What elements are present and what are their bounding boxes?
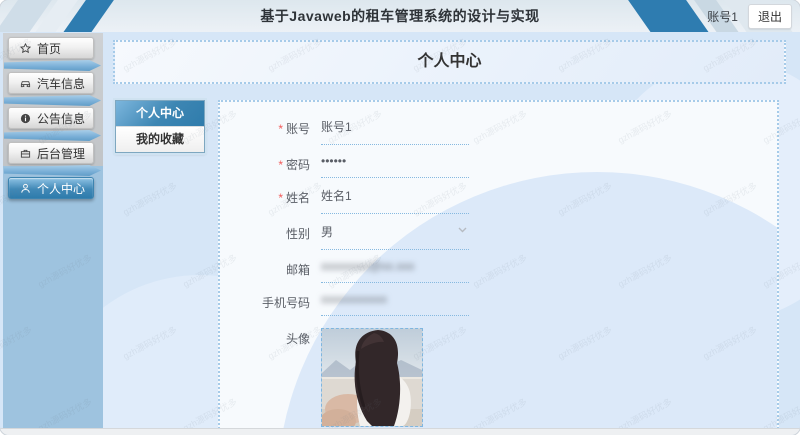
sidebar-separator	[4, 60, 101, 71]
form-row: *性别 男	[238, 223, 777, 250]
window-footer	[0, 428, 800, 435]
phone-field[interactable]: xxxxxxxxxxx	[321, 292, 469, 316]
name-field[interactable]: 姓名1	[321, 187, 469, 214]
page-title: 个人中心	[417, 53, 482, 70]
field-value: 姓名1	[321, 189, 352, 203]
form-row: *手机号码 xxxxxxxxxxx	[238, 292, 777, 316]
form-row: *邮箱 xxxxxxxx@xx.xxx	[238, 259, 777, 283]
sidebar-menu: 首页 汽车信息 公告信息 后台管理 个人中心	[3, 33, 103, 199]
email-field[interactable]: xxxxxxxx@xx.xxx	[321, 259, 469, 283]
sidebar-item-announcements[interactable]: 公告信息	[8, 107, 94, 129]
car-icon	[20, 78, 31, 89]
field-value: 账号1	[321, 120, 352, 134]
page-title-box: 个人中心	[113, 40, 786, 84]
field-label: * 账号	[278, 122, 310, 136]
star-icon	[20, 42, 31, 54]
sidebar-item-admin[interactable]: 后台管理	[8, 142, 94, 164]
app-window: 基于Javaweb的租车管理系统的设计与实现 账号1 退出 首页 汽车信息 公告…	[0, 0, 800, 435]
field-label: *手机号码	[261, 296, 310, 310]
person-icon	[20, 183, 31, 194]
form-row: * 密码 ••••••	[238, 154, 777, 178]
tab-favorites[interactable]: 我的收藏	[116, 126, 204, 152]
field-value: xxxxxxxxxxx	[321, 292, 387, 306]
avatar-label: 头像	[285, 332, 310, 346]
field-label: *邮箱	[285, 263, 310, 277]
user-bar: 账号1 退出	[707, 0, 792, 32]
form-row: * 姓名 姓名1	[238, 187, 777, 214]
profile-tabs: 个人中心 我的收藏	[115, 100, 205, 153]
field-label: * 姓名	[278, 191, 310, 205]
avatar-image[interactable]	[321, 328, 423, 427]
form-row: * 账号 账号1	[238, 118, 777, 145]
field-value: xxxxxxxx@xx.xxx	[321, 259, 415, 273]
watermark-text: gzh源码好优多	[121, 180, 179, 218]
account-field[interactable]: 账号1	[321, 118, 469, 145]
gender-select[interactable]: 男	[321, 223, 469, 250]
sidebar-item-profile[interactable]: 个人中心	[8, 177, 94, 199]
sidebar-separator	[4, 95, 101, 106]
required-asterisk: *	[278, 191, 283, 205]
profile-form-panel: * 账号 账号1 * 密码 •••••• * 姓名 姓名1 性别 男 邮箱 xx…	[218, 100, 779, 429]
avatar-photo-illustration	[322, 329, 422, 426]
password-field[interactable]: ••••••	[321, 154, 469, 178]
sidebar-item-cars[interactable]: 汽车信息	[8, 72, 94, 94]
field-value: 男	[321, 225, 334, 239]
logout-button[interactable]: 退出	[747, 3, 792, 29]
username-label: 账号1	[707, 9, 738, 24]
sidebar-item-home[interactable]: 首页	[8, 37, 94, 59]
field-label: * 密码	[278, 158, 310, 172]
sidebar-separator	[4, 130, 101, 141]
required-asterisk: *	[278, 122, 283, 136]
chevron-down-icon[interactable]	[458, 227, 467, 233]
info-icon	[20, 113, 31, 124]
required-asterisk: *	[278, 158, 283, 172]
briefcase-icon	[20, 148, 31, 159]
tab-profile[interactable]: 个人中心	[116, 101, 204, 126]
field-label: *性别	[285, 227, 310, 241]
app-header: 基于Javaweb的租车管理系统的设计与实现	[0, 0, 800, 32]
sidebar: 首页 汽车信息 公告信息 后台管理 个人中心	[3, 33, 103, 429]
profile-form: * 账号 账号1 * 密码 •••••• * 姓名 姓名1 性别 男 邮箱 xx…	[238, 118, 777, 316]
avatar-row: 头像	[238, 328, 777, 427]
sidebar-separator	[4, 165, 101, 176]
field-value: ••••••	[321, 154, 347, 168]
app-title: 基于Javaweb的租车管理系统的设计与实现	[260, 8, 540, 24]
